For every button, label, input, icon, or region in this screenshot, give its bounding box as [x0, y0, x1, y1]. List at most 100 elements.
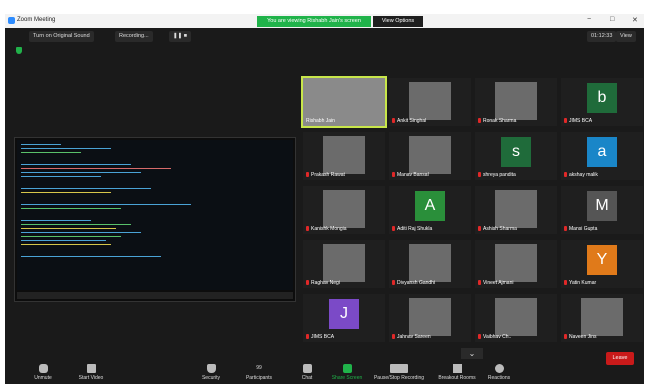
participant-tile[interactable]: s shreya pandita	[475, 132, 557, 180]
zoom-logo-icon	[8, 17, 15, 24]
participant-name-text: JIMS BCA	[569, 118, 593, 124]
participant-tile[interactable]: Divyansh Gandhi	[389, 240, 471, 288]
mic-muted-icon	[478, 280, 481, 286]
terminal-line	[21, 204, 191, 205]
unmute-label: Unmute	[34, 375, 52, 381]
shield-icon[interactable]	[16, 47, 22, 54]
participant-name: akshay malik	[564, 172, 598, 178]
participant-name-text: Raghav Negi	[311, 280, 340, 286]
participant-tile[interactable]: Kanishk Mongia	[303, 186, 385, 234]
participant-avatar: b	[587, 83, 617, 113]
participant-tile[interactable]: Ankit Singhal	[389, 78, 471, 126]
leave-button[interactable]: Leave	[606, 352, 634, 365]
participant-name: Ashish Sharma	[478, 226, 517, 232]
participant-tile[interactable]: b JIMS BCA	[561, 78, 643, 126]
participant-name: Mansi Gupta	[564, 226, 597, 232]
terminal-line	[21, 220, 91, 221]
mic-muted-icon	[392, 226, 395, 232]
participant-name-text: Yatin Kumar	[569, 280, 597, 286]
participant-tile[interactable]: Naveen Jins	[561, 294, 643, 342]
mic-muted-icon	[478, 334, 481, 340]
maximize-icon[interactable]: □	[610, 16, 614, 23]
pause-stop-recording-button[interactable]: Pause/Stop Recording	[371, 364, 427, 384]
participant-avatar: M	[587, 191, 617, 221]
participant-name: Vaibhav Ch..	[478, 334, 511, 340]
participant-tile[interactable]: Prakash Rawat	[303, 132, 385, 180]
participant-name-text: Ankit Singhal	[397, 118, 427, 124]
original-sound-button[interactable]: Turn on Original Sound	[29, 31, 94, 42]
window-title: Zoom Meeting	[17, 17, 56, 23]
terminal-line	[21, 232, 141, 233]
participant-tile[interactable]: Ronak Sharma	[475, 78, 557, 126]
mic-muted-icon	[392, 334, 395, 340]
shield-icon	[206, 364, 216, 373]
participant-avatar: J	[329, 299, 359, 329]
participant-name-text: Ashish Sharma	[483, 226, 517, 232]
participant-photo	[581, 298, 623, 336]
participant-photo	[409, 298, 451, 336]
terminal-line	[21, 228, 116, 229]
terminal-line	[21, 224, 131, 225]
participant-name-text: Vaibhav Ch..	[483, 334, 512, 340]
participant-tile[interactable]: A Aditi Raj Shukla	[389, 186, 471, 234]
terminal-line	[21, 256, 161, 257]
participant-photo	[323, 244, 365, 282]
participant-name-text: shreya pandita	[483, 172, 516, 178]
participant-avatar: Y	[587, 245, 617, 275]
recording-controls[interactable]: ❚❚ ■	[169, 31, 192, 42]
view-options-button[interactable]: View Options	[373, 16, 423, 27]
terminal-line	[21, 152, 81, 153]
meeting-timer: 01:12:33	[587, 31, 617, 42]
participant-name: Ronak Sharma	[478, 118, 516, 124]
share-screen-button[interactable]: Share Screen	[319, 364, 375, 384]
participant-grid: Rishabh Jain Ankit Singhal Ronak Sharma b JI…	[301, 76, 643, 346]
participant-photo	[409, 136, 451, 174]
participant-tile[interactable]: Manav Bansal	[389, 132, 471, 180]
participant-name-text: Naveen Jins	[569, 334, 597, 340]
view-button[interactable]: View	[616, 31, 636, 42]
participant-name: Aditi Raj Shukla	[392, 226, 432, 232]
participant-name-text: Prakash Rawat	[311, 172, 345, 178]
participant-name: Jahnav Sareen	[392, 334, 431, 340]
mic-muted-icon	[564, 118, 567, 124]
terminal-window	[17, 140, 293, 290]
mic-muted-icon	[38, 364, 48, 373]
title-bar: Zoom Meeting You are viewing Rishabh Jai…	[5, 14, 644, 28]
reactions-label: Reactions	[487, 375, 511, 381]
start-video-label: Start Video	[78, 375, 104, 381]
participant-tile[interactable]: Rishabh Jain	[301, 76, 387, 128]
mic-muted-icon	[392, 118, 395, 124]
participant-name: shreya pandita	[478, 172, 516, 178]
mic-muted-icon	[478, 118, 481, 124]
grid-icon	[452, 364, 462, 373]
close-icon[interactable]: ✕	[632, 16, 638, 24]
participant-tile[interactable]: J JIMS BCA	[303, 294, 385, 342]
security-label: Security	[201, 375, 221, 381]
meeting-controls-bar: Unmute Start Video Security 99 Participa…	[5, 362, 644, 384]
reactions-button[interactable]: Reactions	[471, 364, 527, 384]
participant-tile[interactable]: Vaibhav Ch..	[475, 294, 557, 342]
chevron-down-icon[interactable]: ⌄	[461, 348, 483, 359]
participant-avatar: A	[415, 191, 445, 221]
video-off-icon	[86, 364, 96, 373]
people-icon: 99	[250, 364, 268, 373]
viewing-screen-banner: You are viewing Rishabh Jain's screen	[257, 16, 371, 27]
share-screen-icon	[342, 364, 352, 373]
participant-tile[interactable]: Vineet Ajmani	[475, 240, 557, 288]
participant-tile[interactable]: M Mansi Gupta	[561, 186, 643, 234]
participant-tile[interactable]: Jahnav Sareen	[389, 294, 471, 342]
participant-photo	[495, 298, 537, 336]
mic-muted-icon	[392, 280, 395, 286]
mic-muted-icon	[306, 172, 309, 178]
recording-indicator: Recording...	[115, 31, 153, 42]
participant-name: Kanishk Mongia	[306, 226, 347, 232]
participant-tile[interactable]: Raghav Negi	[303, 240, 385, 288]
participant-tile[interactable]: a akshay malik	[561, 132, 643, 180]
participant-tile[interactable]: Y Yatin Kumar	[561, 240, 643, 288]
minimize-icon[interactable]: −	[587, 16, 591, 23]
participant-name: JIMS BCA	[564, 118, 592, 124]
participant-tile[interactable]: Ashish Sharma	[475, 186, 557, 234]
participant-photo	[323, 136, 365, 174]
start-video-button[interactable]: Start Video	[63, 364, 119, 384]
mic-muted-icon	[564, 334, 567, 340]
